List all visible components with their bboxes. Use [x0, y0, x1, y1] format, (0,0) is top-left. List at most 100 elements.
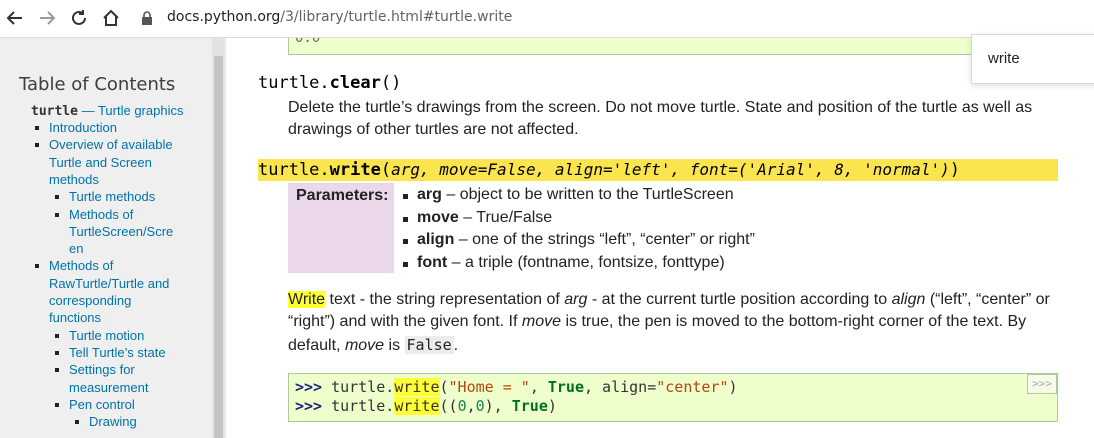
- write-signature: turtle.write(arg, move=False, align='lef…: [258, 159, 1058, 181]
- code-prompt: >>>: [295, 397, 323, 415]
- param-align: align – one of the strings “left”, “cent…: [403, 231, 755, 249]
- code-token: (: [439, 378, 449, 396]
- text-run: (“left”, “center” or: [925, 291, 1050, 308]
- param-desc: – one of the strings “left”, “center” or…: [454, 231, 755, 248]
- find-in-page-box[interactable]: write: [971, 34, 1094, 84]
- copy-prompt-toggle-button[interactable]: >>>: [1027, 374, 1057, 394]
- text-run: is true, the pen is moved to the bottom-…: [561, 313, 1027, 330]
- toc-bullet: [55, 402, 59, 407]
- code-token: ,: [529, 378, 548, 396]
- toc-bullet: [55, 368, 59, 373]
- clear-signature: turtle.clear(): [258, 73, 401, 93]
- param-desc: – a triple (fontname, fontsize, fonttype…: [447, 254, 725, 271]
- toc-item[interactable]: Turtle motion: [69, 327, 144, 344]
- example-line-1: >>> turtle.write("Home = ", True, align=…: [295, 378, 738, 396]
- clear-sig-paren: (): [380, 73, 402, 93]
- sidebar-collapse-handle[interactable]: [224, 38, 226, 438]
- parameters-label-cell: Parameters:: [288, 183, 394, 273]
- reload-icon[interactable]: [67, 6, 91, 30]
- text-run: arg: [564, 291, 588, 308]
- toc-bullet: [55, 195, 59, 200]
- text-run: “right”) and with the given font. If: [288, 313, 522, 330]
- param-desc: – True/False: [458, 209, 553, 226]
- code-token: turtle.: [322, 378, 395, 396]
- param-name: align: [417, 231, 455, 248]
- toc-item[interactable]: functions: [49, 309, 101, 326]
- clear-description-line-1: Delete the turtle’s drawings from the sc…: [288, 99, 1033, 116]
- find-query-input[interactable]: write: [988, 50, 1020, 67]
- url-path: /3/library/turtle.html#turtle.write: [280, 9, 513, 25]
- sidebar: Table of Contents turtle — Turtle graphi…: [0, 38, 226, 438]
- toc-bullet: [55, 350, 59, 355]
- search-highlight: write: [394, 378, 440, 396]
- previous-code-text: 0.0: [295, 38, 321, 46]
- param-font: font – a triple (fontname, fontsize, fon…: [403, 254, 725, 272]
- toc-root-text: — Turtle graphics: [77, 103, 184, 118]
- toc-bullet: [55, 212, 59, 217]
- toc-item[interactable]: Drawing: [89, 413, 137, 430]
- lock-icon: [139, 6, 155, 30]
- toc-item[interactable]: RawTurtle/Turtle and: [49, 275, 169, 292]
- write-sig-open: (: [380, 160, 392, 180]
- write-body-line-3: default, move is False.: [288, 334, 458, 357]
- code-number: 0: [457, 397, 467, 415]
- forward-arrow-icon[interactable]: [35, 6, 59, 30]
- toc-bullet: [35, 264, 39, 269]
- code-token: ): [547, 397, 557, 415]
- search-highlight: Write: [288, 291, 326, 308]
- toc-item[interactable]: TurtleScreen/Scre: [69, 223, 173, 240]
- home-icon[interactable]: [99, 6, 123, 30]
- code-token: ((: [439, 397, 458, 415]
- write-sig-module: turtle.: [258, 160, 330, 180]
- code-token: , align=: [584, 378, 657, 396]
- toc-panel: Table of Contents turtle — Turtle graphi…: [0, 38, 210, 438]
- toc-item[interactable]: Settings for: [69, 361, 135, 378]
- clear-description-line-2: drawings of other turtles are not affect…: [288, 121, 579, 138]
- toc-bullet: [35, 126, 39, 130]
- code-token: turtle.: [322, 397, 395, 415]
- write-body-line-1: Write text - the string representation o…: [288, 289, 1050, 311]
- code-token: ,: [466, 397, 476, 415]
- clear-sig-module: turtle.: [258, 73, 330, 93]
- code-keyword: True: [547, 378, 584, 396]
- toc-root-module: turtle: [31, 104, 78, 119]
- toc-bullet: [75, 420, 79, 425]
- toc-item[interactable]: Methods of: [49, 257, 113, 274]
- text-run: move: [521, 313, 562, 330]
- toc-item[interactable]: methods: [49, 171, 99, 188]
- toc-item[interactable]: Methods of: [69, 206, 133, 223]
- example-code-block: >>> >>> turtle.write("Home = ", True, al…: [288, 373, 1058, 422]
- toc-item[interactable]: Pen control: [69, 396, 135, 413]
- param-move: move – True/False: [403, 209, 552, 227]
- parameters-label: Parameters:: [296, 187, 389, 204]
- toc-item[interactable]: Tell Turtle’s state: [69, 344, 166, 361]
- text-run: - at the current turtle position accordi…: [587, 291, 892, 308]
- toc-item[interactable]: en: [69, 240, 83, 257]
- back-arrow-icon[interactable]: [3, 6, 27, 30]
- toc-item[interactable]: measurement: [69, 379, 148, 396]
- toc-root-link[interactable]: turtle — Turtle graphics: [31, 102, 183, 120]
- text-run: default,: [288, 337, 345, 354]
- address-bar[interactable]: docs.python.org/3/library/turtle.html#tu…: [167, 9, 512, 25]
- toc-item[interactable]: Introduction: [49, 119, 117, 136]
- param-name: font: [417, 254, 448, 271]
- inline-code: False: [404, 336, 454, 354]
- toc-item[interactable]: Overview of available: [49, 136, 173, 153]
- code-keyword: True: [511, 397, 548, 415]
- text-run: is: [384, 337, 405, 354]
- toc-item[interactable]: corresponding: [49, 292, 131, 309]
- toc-item[interactable]: Turtle methods: [69, 188, 155, 205]
- url-host: docs.python.org: [167, 9, 281, 25]
- search-highlight: write: [394, 397, 440, 415]
- write-sig-close: ): [949, 160, 961, 180]
- toc-bullet: [35, 143, 39, 148]
- write-sig-args: arg, move=False, align='left', font=('Ar…: [391, 160, 950, 179]
- write-sig-name: write: [329, 160, 381, 180]
- code-string: "center": [656, 378, 729, 396]
- clear-sig-name: clear: [329, 73, 381, 93]
- toc-bullet: [55, 333, 59, 338]
- param-arg: arg – object to be written to the Turtle…: [403, 186, 734, 204]
- toc-item[interactable]: Turtle and Screen: [49, 154, 152, 171]
- scrollbar-thumb[interactable]: [214, 56, 223, 438]
- code-number: 0: [475, 397, 485, 415]
